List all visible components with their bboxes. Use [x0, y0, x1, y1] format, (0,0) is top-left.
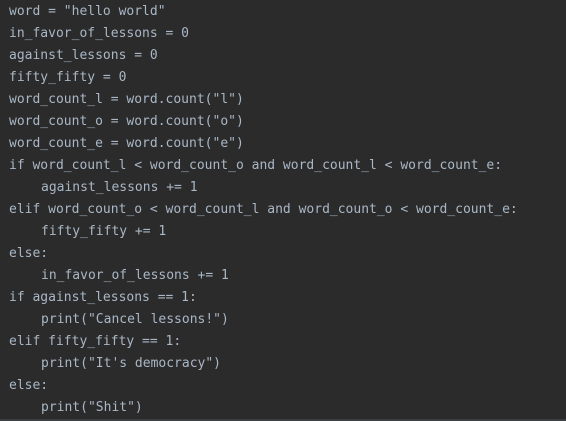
code-line[interactable]: print("Cancel lessons!") — [0, 309, 566, 331]
code-line[interactable]: elif word_count_o < word_count_l and wor… — [0, 199, 566, 221]
code-line[interactable]: word = "hello world" — [0, 1, 566, 23]
code-line[interactable]: word_count_e = word.count("e") — [0, 133, 566, 155]
code-line[interactable]: in_favor_of_lessons = 0 — [0, 23, 566, 45]
code-editor[interactable]: word = "hello world" in_favor_of_lessons… — [0, 0, 566, 421]
code-line[interactable]: against_lessons = 0 — [0, 45, 566, 67]
code-line[interactable]: if word_count_l < word_count_o and word_… — [0, 155, 566, 177]
code-line[interactable]: else: — [0, 243, 566, 265]
code-line[interactable]: in_favor_of_lessons += 1 — [0, 265, 566, 287]
code-line[interactable]: fifty_fifty = 0 — [0, 67, 566, 89]
code-line[interactable]: fifty_fifty += 1 — [0, 221, 566, 243]
code-line[interactable]: against_lessons += 1 — [0, 177, 566, 199]
code-line[interactable]: else: — [0, 375, 566, 397]
code-line[interactable]: word_count_l = word.count("l") — [0, 89, 566, 111]
code-line[interactable]: if against_lessons == 1: — [0, 287, 566, 309]
code-line[interactable]: word_count_o = word.count("o") — [0, 111, 566, 133]
code-line[interactable]: elif fifty_fifty == 1: — [0, 331, 566, 353]
code-line[interactable]: print("It's democracy") — [0, 353, 566, 375]
code-line[interactable]: print("Shit") — [0, 397, 566, 419]
